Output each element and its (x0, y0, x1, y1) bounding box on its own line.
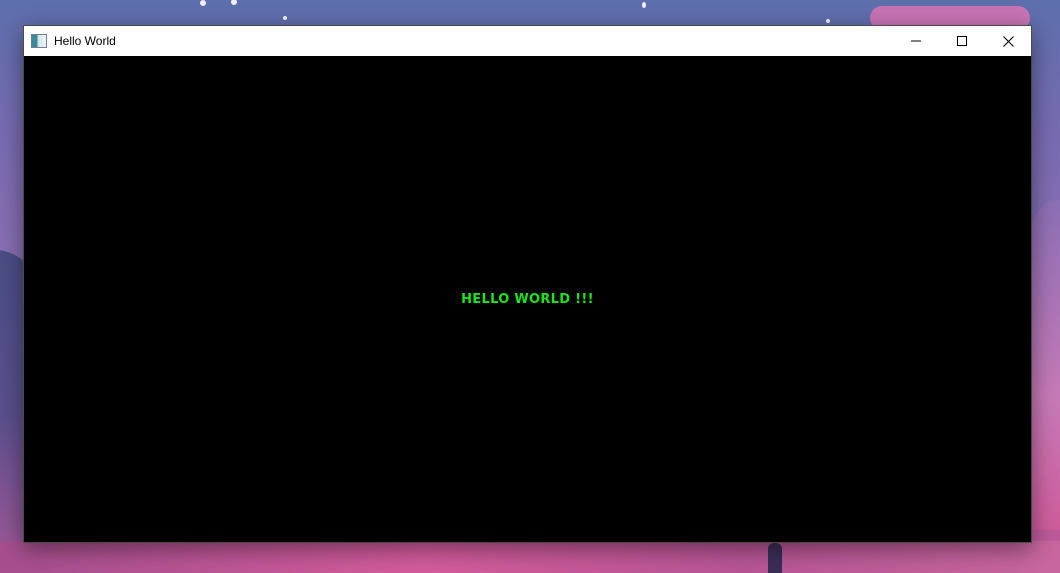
wallpaper-tower (768, 543, 782, 573)
close-button[interactable] (985, 26, 1031, 56)
wallpaper-star (231, 0, 237, 5)
minimize-icon (911, 40, 921, 42)
wallpaper-star (283, 16, 287, 20)
close-icon (1002, 35, 1014, 47)
client-area: HELLO WORLD !!! (24, 56, 1031, 542)
title-bar[interactable]: Hello World (24, 26, 1031, 56)
wallpaper-star (826, 19, 830, 23)
minimize-button[interactable] (893, 26, 939, 56)
hello-message: HELLO WORLD !!! (461, 292, 594, 307)
wallpaper-horizon (0, 541, 1060, 573)
app-window: Hello World HELLO WORLD !!! (23, 25, 1032, 543)
app-window-icon[interactable] (31, 34, 47, 48)
window-title: Hello World (54, 34, 116, 48)
maximize-button[interactable] (939, 26, 985, 56)
wallpaper-star (200, 0, 206, 6)
maximize-icon (957, 36, 967, 46)
wallpaper-star (642, 2, 646, 8)
